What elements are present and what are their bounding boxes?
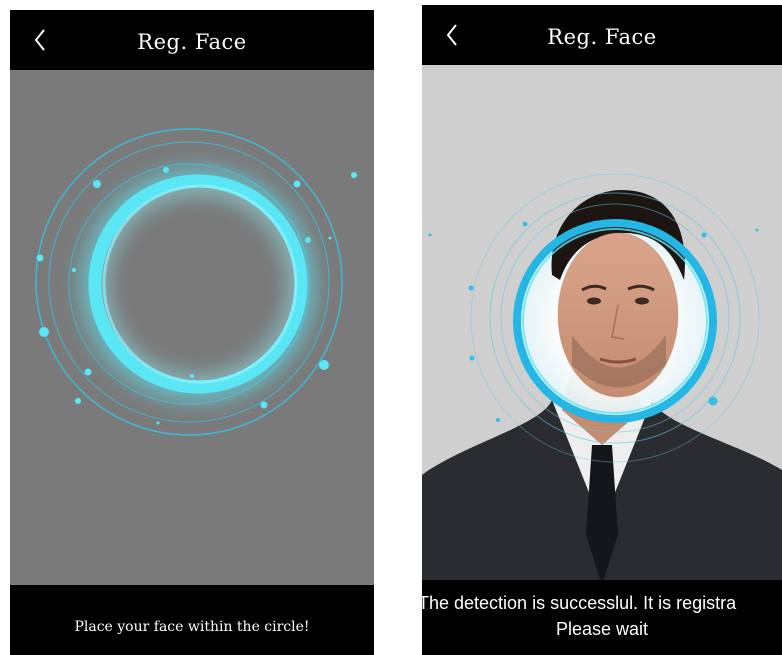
scan-ring-graphic	[35, 128, 357, 436]
page-title: Reg. Face	[547, 25, 657, 49]
status-bar: The detection is successlul. It is regis…	[422, 580, 782, 655]
top-bar: Reg. Face	[10, 10, 374, 70]
detection-status-text: The detection is successlul. It is regis…	[422, 593, 737, 613]
status-bar: Place your face within the circle!	[10, 585, 374, 655]
page-title: Reg. Face	[137, 30, 247, 54]
face-detection-graphic	[422, 173, 782, 585]
camera-preview	[422, 65, 782, 585]
face-scan-screen: Reg. Face Place your face within the cir…	[10, 10, 374, 655]
top-bar: Reg. Face	[422, 5, 782, 65]
face-detected-screen: Reg. Face The detection is successlul. I…	[422, 5, 782, 655]
wait-text: Please wait	[555, 619, 649, 639]
camera-preview	[10, 70, 374, 585]
instruction-text: Place your face within the circle!	[74, 619, 310, 635]
